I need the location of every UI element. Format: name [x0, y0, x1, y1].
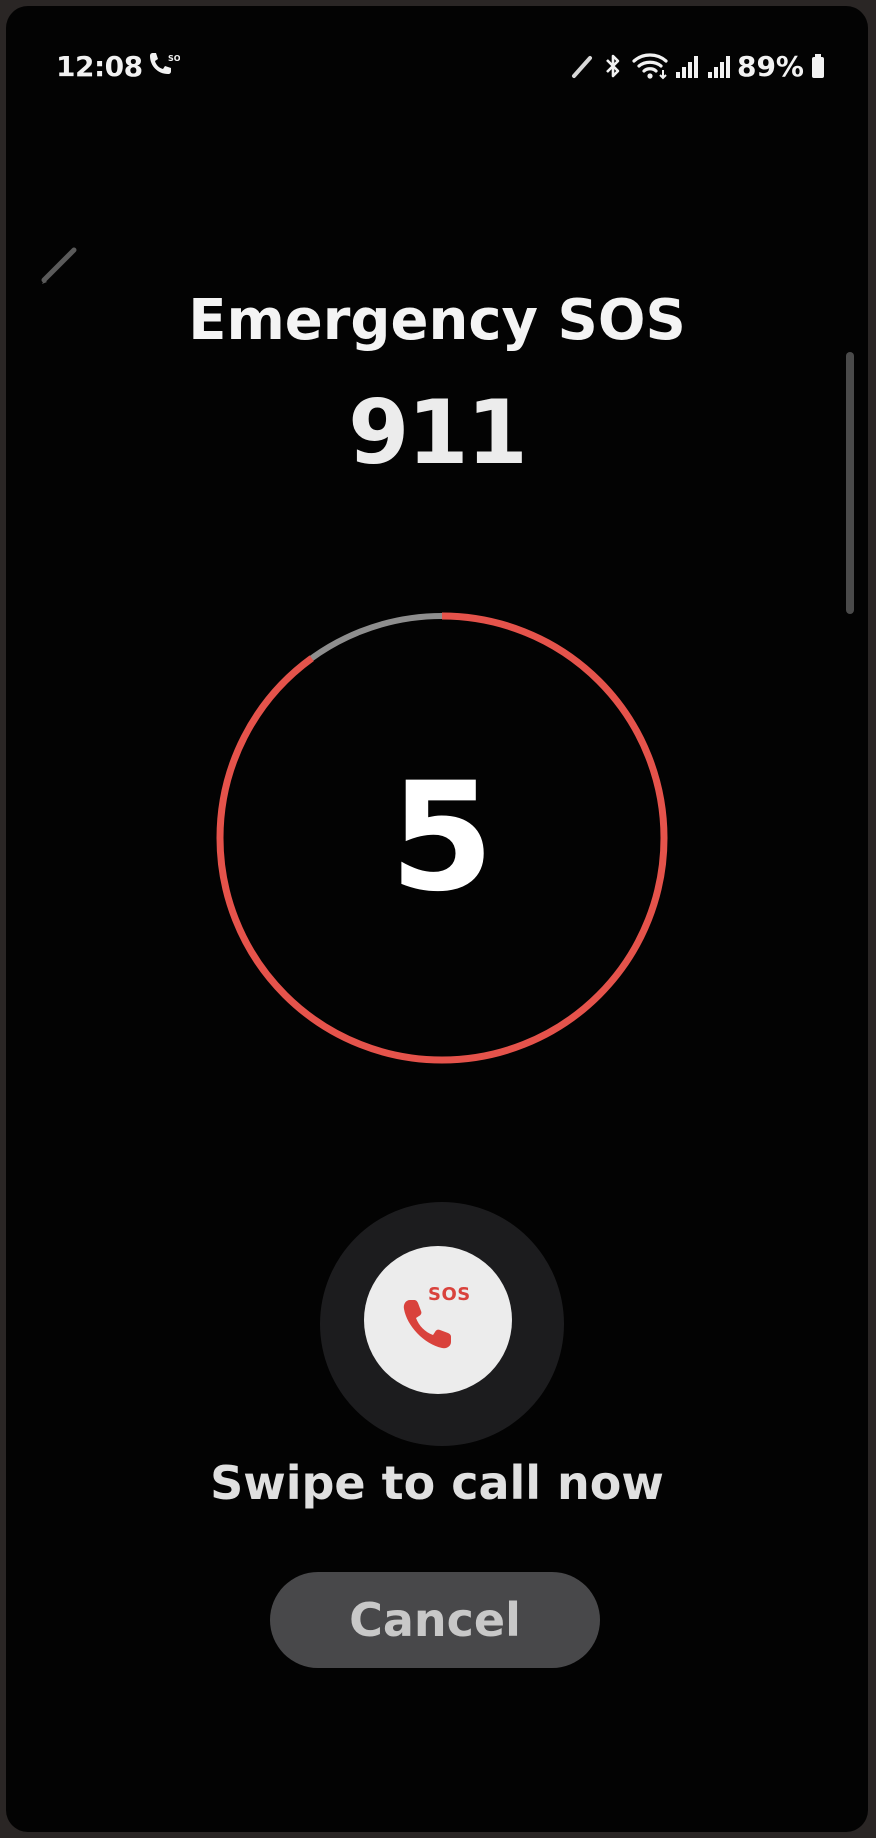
battery-percent: 89% — [736, 50, 804, 83]
battery-icon — [810, 52, 826, 84]
phone-icon — [396, 1292, 460, 1360]
signal-1-icon — [674, 52, 700, 84]
swipe-call-area[interactable]: SOS — [320, 1202, 564, 1446]
status-time: 12:08 — [56, 50, 143, 83]
countdown-number: 5 — [389, 751, 495, 925]
emergency-number: 911 — [348, 381, 528, 484]
wifi-icon — [632, 52, 670, 84]
edit-pen-icon[interactable] — [38, 240, 84, 290]
sos-call-icon: SOS — [146, 52, 187, 86]
emergency-title: Emergency SOS — [188, 288, 686, 353]
phone-screen: 12:08 SOS — [6, 6, 868, 1832]
pen-icon — [570, 52, 596, 84]
bluetooth-icon — [602, 52, 624, 84]
signal-2-icon — [706, 52, 732, 84]
swipe-instruction: Swipe to call now — [210, 1456, 664, 1510]
svg-text:SOS: SOS — [168, 54, 180, 63]
cancel-button[interactable]: Cancel — [270, 1572, 600, 1668]
sos-call-button[interactable]: SOS — [364, 1246, 512, 1394]
status-bar: 12:08 SOS — [6, 6, 868, 126]
